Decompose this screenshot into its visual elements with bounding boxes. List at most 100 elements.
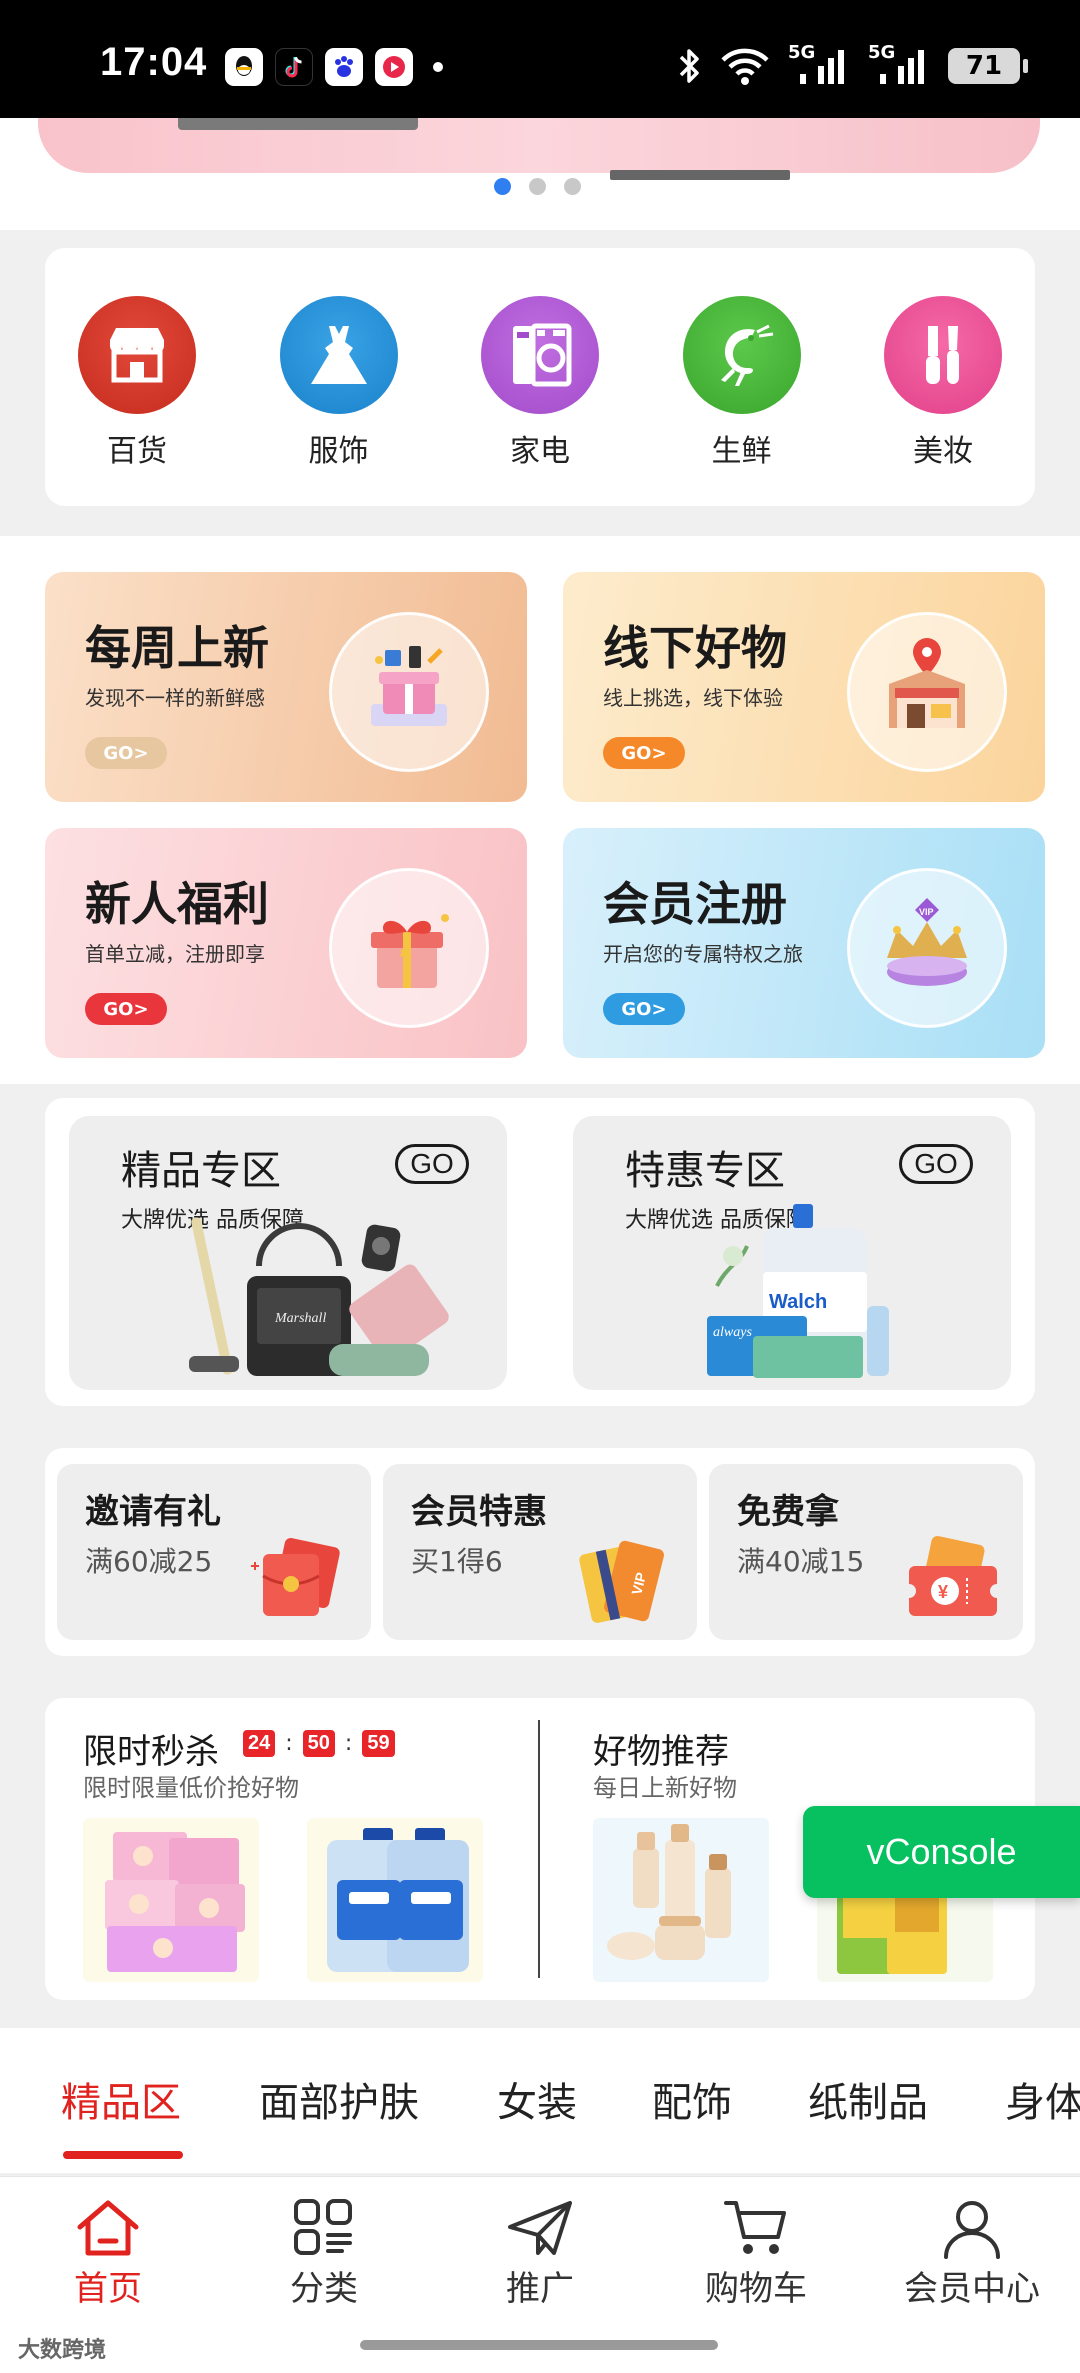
shrimp-icon: [682, 296, 801, 414]
category-grid-icon: [294, 2199, 352, 2255]
category-label: 百货: [107, 434, 167, 469]
mini-promo-title: 免费拿: [737, 1492, 839, 1532]
category-label: 服饰: [308, 434, 369, 469]
recommend-subtitle: 每日上新好物: [593, 1774, 737, 1802]
home-icon: [77, 2200, 139, 2256]
mini-promo-invite[interactable]: 邀请有礼 满60减25: [57, 1464, 371, 1640]
svg-text:always: always: [713, 1325, 752, 1340]
nav-home[interactable]: 首页: [8, 2197, 208, 2310]
nav-label: 分类: [290, 2269, 358, 2309]
nav-promote[interactable]: 推广: [440, 2197, 640, 2310]
category-item-apparel[interactable]: 服饰: [269, 296, 409, 506]
banner-carousel[interactable]: [0, 118, 1080, 230]
promo-card-offline[interactable]: 线下好物 线上挑选，线下体验 GO>: [563, 572, 1045, 802]
category-item-beauty[interactable]: 美妆: [873, 296, 1013, 506]
premium-products-image: Marshall: [189, 1217, 449, 1376]
mini-promo-member-deal[interactable]: 会员特惠 买1得6 VIP: [383, 1464, 697, 1640]
svg-text:¥: ¥: [938, 1582, 948, 1602]
nav-category[interactable]: 分类: [224, 2197, 424, 2310]
status-bar: 17:04 5G 5G 71: [0, 0, 1080, 118]
mini-promo-free[interactable]: 免费拿 满40减15 ¥: [709, 1464, 1023, 1640]
tiktok-icon: [275, 48, 313, 86]
tab-face-care[interactable]: 面部护肤: [259, 2070, 419, 2128]
promo-title: 每周上新: [85, 621, 269, 675]
product-sanitary-pads[interactable]: [83, 1818, 259, 1982]
dress-icon: [279, 296, 398, 414]
countdown-minutes: 50: [302, 1730, 335, 1757]
promo-go-button[interactable]: GO>: [603, 737, 685, 769]
flash-sale-subtitle: 限时限量低价抢好物: [83, 1774, 299, 1802]
category-item-appliances[interactable]: 家电: [470, 296, 610, 506]
promo-subtitle: 开启您的专属特权之旅: [603, 942, 803, 966]
category-item-department-store[interactable]: 百货: [67, 296, 207, 506]
promo-go-button[interactable]: GO>: [85, 993, 167, 1025]
discount-products-image: Walch always: [707, 1204, 889, 1378]
mini-promo-subtitle: 满60减25: [85, 1545, 213, 1578]
coupon-ticket-icon: ¥: [902, 1536, 1001, 1616]
zone-go-button[interactable]: GO: [395, 1144, 469, 1184]
tab-accessories[interactable]: 配饰: [652, 2070, 732, 2128]
battery-indicator: 71: [948, 48, 1028, 84]
paper-plane-icon: [508, 2201, 572, 2255]
zone-section: 精品专区 大牌优选 品质保障 GO Marshall 特惠专区 大牌优选 品质保…: [45, 1098, 1035, 1406]
wifi-icon: [721, 48, 769, 85]
more-notifications-dot: [433, 62, 443, 72]
signal-2-icon: 5G: [868, 42, 930, 86]
promo-card-newbie[interactable]: 新人福利 首单立减，注册即享 GO>: [45, 828, 527, 1058]
gesture-bar[interactable]: [360, 2340, 718, 2350]
countdown-seconds: 59: [362, 1730, 395, 1757]
zone-card-premium[interactable]: 精品专区 大牌优选 品质保障 GO Marshall: [69, 1116, 507, 1390]
gift-icon: [329, 868, 489, 1028]
carousel-dot-3[interactable]: [564, 178, 581, 195]
washing-machine-icon: [481, 296, 599, 414]
promo-card-member[interactable]: 会员注册 开启您的专属特权之旅 GO> VIP: [563, 828, 1045, 1058]
svg-text:Marshall: Marshall: [274, 1311, 326, 1326]
product-skincare-set[interactable]: [593, 1818, 769, 1982]
vip-crown-icon: VIP: [847, 868, 1007, 1028]
signal-1-icon: 5G: [788, 42, 850, 86]
vconsole-button[interactable]: vConsole: [803, 1806, 1080, 1898]
carousel-indicator: [494, 178, 581, 195]
nav-label: 会员中心: [904, 2269, 1040, 2309]
product-laundry-detergent[interactable]: [307, 1818, 483, 1982]
carousel-dot-1[interactable]: [494, 178, 511, 195]
nav-label: 首页: [74, 2269, 142, 2309]
tab-womens-wear[interactable]: 女装: [497, 2070, 577, 2128]
nav-label: 推广: [506, 2269, 574, 2309]
tab-body[interactable]: 身体: [1005, 2070, 1080, 2128]
qq-icon: [225, 48, 263, 86]
promo-title: 线下好物: [603, 621, 787, 675]
recommend-title[interactable]: 好物推荐: [593, 1724, 729, 1773]
watermark-text: 大数跨境: [18, 2338, 107, 2363]
promo-section: 每周上新 发现不一样的新鲜感 GO> 线下好物 线上挑选，线下体验 GO> 新人…: [0, 536, 1080, 1084]
red-envelope-icon: [251, 1537, 340, 1616]
carousel-dot-2[interactable]: [529, 178, 546, 195]
zone-title: 精品专区: [121, 1148, 281, 1194]
promo-subtitle: 首单立减，注册即享: [85, 942, 265, 966]
countdown-hours: 24: [243, 1730, 276, 1757]
promo-go-button[interactable]: GO>: [85, 737, 167, 769]
tab-paper-products[interactable]: 纸制品: [808, 2070, 928, 2128]
tab-premium[interactable]: 精品区: [61, 2070, 181, 2128]
svg-text:VIP: VIP: [919, 907, 934, 917]
promo-title: 新人福利: [85, 877, 269, 931]
cart-icon: [724, 2201, 786, 2254]
zone-card-discount[interactable]: 特惠专区 大牌优选 品质保障 GO Walch always: [573, 1116, 1011, 1390]
category-item-fresh[interactable]: 生鲜: [672, 296, 812, 506]
promo-go-button[interactable]: GO>: [603, 993, 685, 1025]
category-tabs: 精品区 面部护肤 女装 配饰 纸制品 身体: [0, 2028, 1080, 2173]
shop-location-icon: [847, 612, 1007, 772]
makeup-brush-icon: [884, 296, 1002, 414]
nav-member-center[interactable]: 会员中心: [872, 2197, 1072, 2310]
nav-label: 购物车: [705, 2269, 807, 2309]
vip-card-icon: VIP: [579, 1540, 664, 1623]
mini-promo-subtitle: 满40减15: [737, 1545, 865, 1578]
status-time: 17:04: [100, 40, 208, 84]
video-app-icon: [375, 48, 413, 86]
active-tab-underline: [63, 2151, 183, 2159]
flash-sale-title[interactable]: 限时秒杀: [83, 1724, 219, 1773]
mini-promo-subtitle: 买1得6: [411, 1545, 503, 1578]
banner-image[interactable]: [38, 118, 1040, 173]
nav-cart[interactable]: 购物车: [656, 2197, 856, 2310]
promo-card-weekly-new[interactable]: 每周上新 发现不一样的新鲜感 GO>: [45, 572, 527, 802]
